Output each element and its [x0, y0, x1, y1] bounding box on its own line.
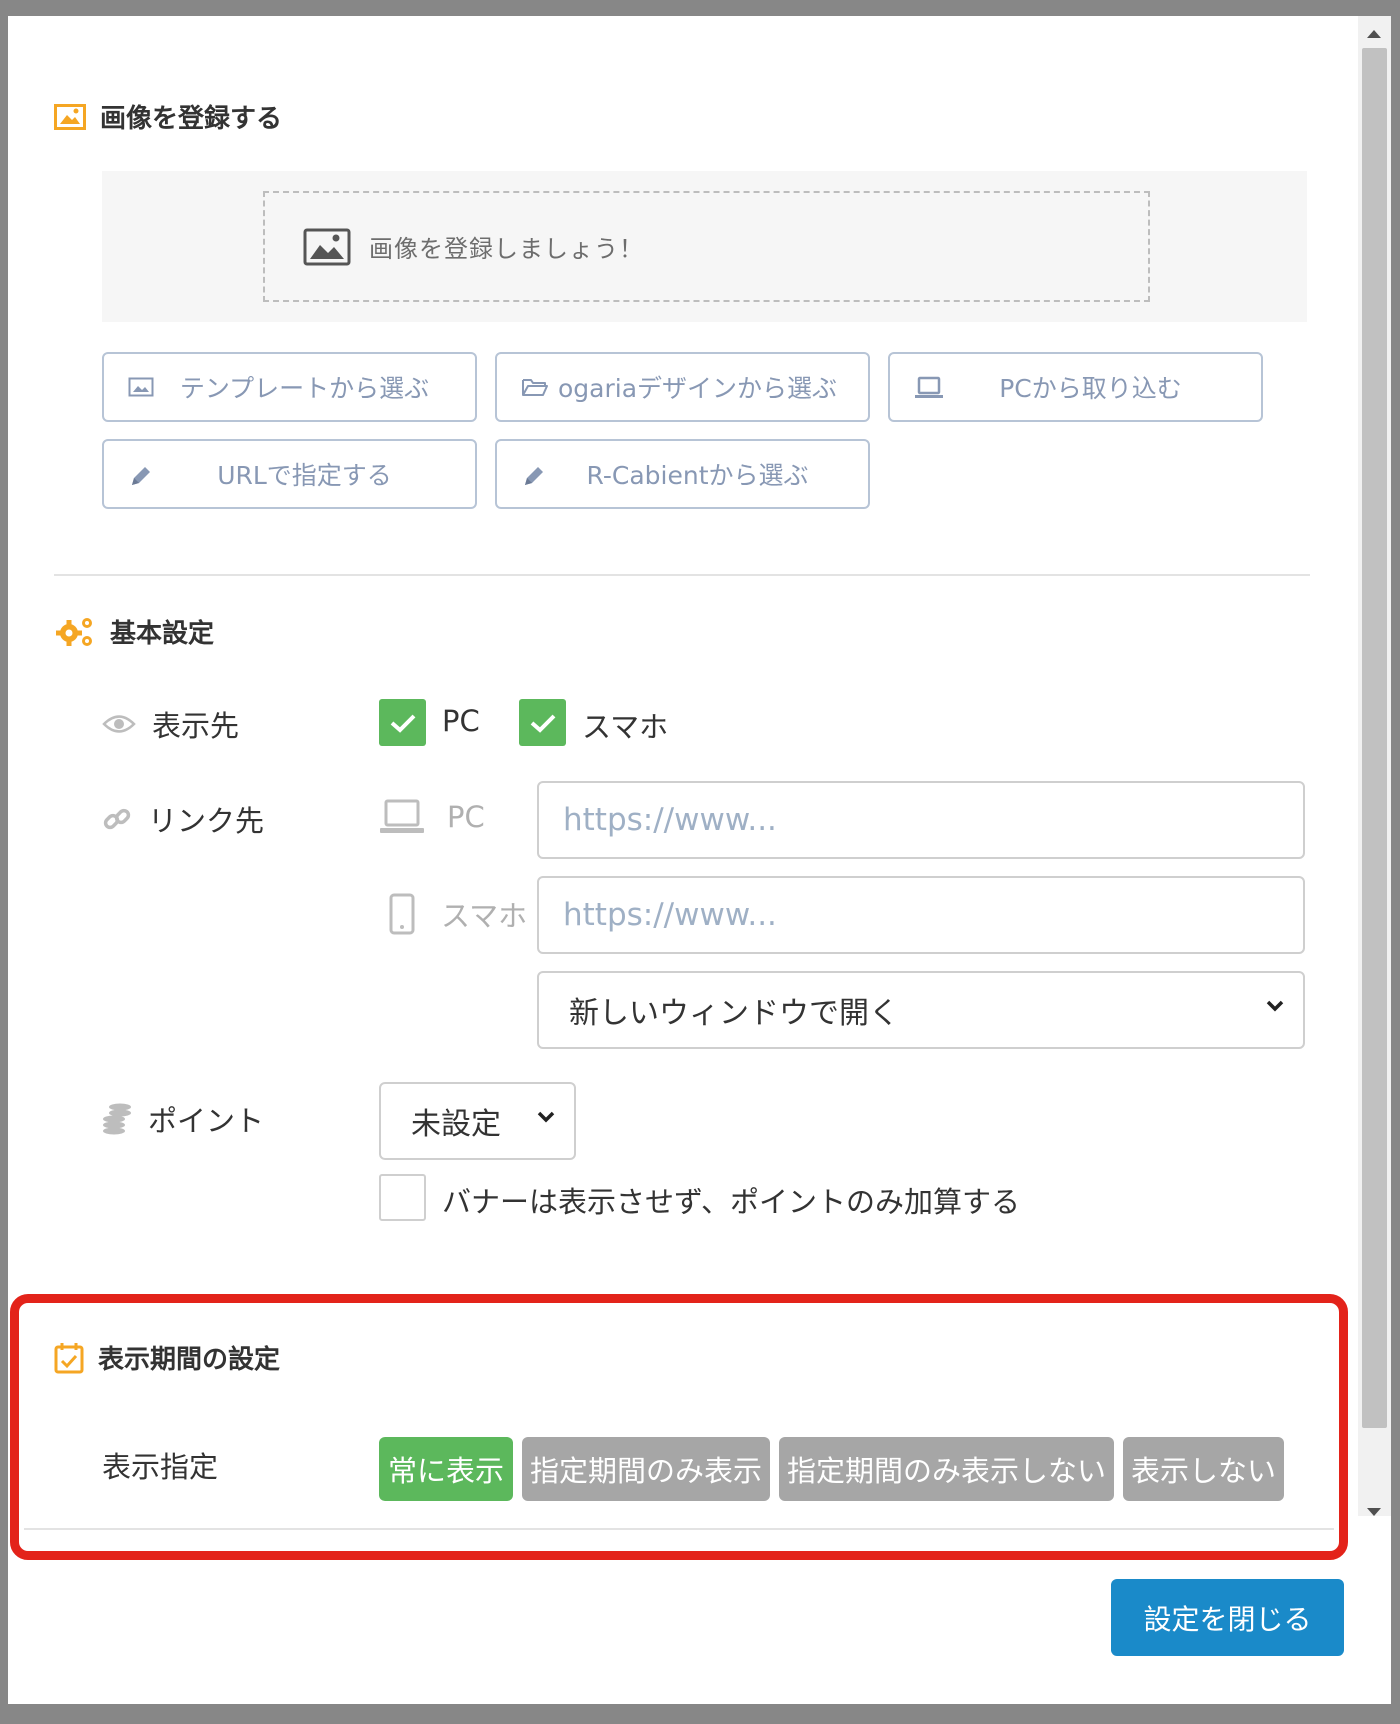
- scrollbar-thumb[interactable]: [1362, 48, 1387, 1428]
- basic-settings-title-text: 基本設定: [110, 619, 215, 649]
- pencil-icon: [128, 463, 154, 489]
- link-label-text: リンク先: [148, 804, 265, 838]
- link-label: リンク先: [102, 798, 264, 840]
- picture-icon: [303, 228, 351, 266]
- specify-url-label: URLで指定する: [217, 461, 392, 490]
- scrollbar[interactable]: [1358, 16, 1391, 1516]
- import-from-pc-button[interactable]: PCから取り込む: [888, 352, 1263, 422]
- choose-template-label: テンプレートから選ぶ: [179, 374, 430, 403]
- points-only-checkbox[interactable]: [379, 1174, 426, 1221]
- point-label-text: ポイント: [148, 1104, 265, 1138]
- image-section-title: 画像を登録する: [54, 98, 282, 135]
- display-target-label-text: 表示先: [152, 709, 240, 743]
- link-window-select[interactable]: 新しいウィンドウで開く: [537, 971, 1305, 1049]
- basic-settings-title: 基本設定: [54, 613, 214, 650]
- point-select[interactable]: 未設定: [379, 1082, 576, 1160]
- display-spec-label: 表示指定: [102, 1450, 219, 1484]
- specify-url-button[interactable]: URLで指定する: [102, 439, 477, 509]
- choose-r-cabient-button[interactable]: R-Cabientから選ぶ: [495, 439, 870, 509]
- point-label: ポイント: [102, 1098, 264, 1140]
- image-icon: [54, 103, 86, 130]
- display-smartphone-label: スマホ: [582, 710, 669, 744]
- smartphone-icon: [389, 893, 415, 935]
- always-display-button[interactable]: 常に表示: [379, 1437, 513, 1501]
- link-smartphone-url-input[interactable]: [537, 876, 1305, 954]
- pencil-icon: [521, 463, 547, 489]
- link-pc-label-text: PC: [447, 800, 485, 834]
- display-target-label: 表示先: [102, 703, 239, 745]
- choose-r-cabient-label: R-Cabientから選ぶ: [586, 461, 809, 490]
- period-section-title: 表示期間の設定: [54, 1339, 280, 1376]
- highlight-box: [10, 1294, 1348, 1560]
- link-pc-url-input[interactable]: [537, 781, 1305, 859]
- image-icon: [128, 376, 154, 398]
- image-dropzone[interactable]: 画像を登録しましょう！: [263, 191, 1150, 302]
- choose-ogaria-label: ogariaデザインから選ぶ: [557, 374, 838, 403]
- import-from-pc-label: PCから取り込む: [999, 374, 1182, 403]
- points-only-label: バナーは表示させず、ポイントのみ加算する: [442, 1185, 1020, 1219]
- point-select-value: 未設定: [411, 1107, 501, 1142]
- check-icon: [390, 714, 415, 733]
- folder-open-icon: [521, 376, 549, 398]
- scroll-up-arrow[interactable]: [1367, 30, 1381, 38]
- laptop-icon: [914, 376, 944, 400]
- image-section-title-text: 画像を登録する: [100, 104, 283, 134]
- no-display-button[interactable]: 表示しない: [1123, 1437, 1284, 1501]
- coins-icon: [102, 1103, 132, 1135]
- calendar-check-icon: [54, 1342, 84, 1374]
- eye-icon: [102, 713, 136, 735]
- display-pc-checkbox[interactable]: [379, 699, 426, 746]
- period-hide-button[interactable]: 指定期間のみ表示しない: [779, 1437, 1114, 1501]
- gears-icon: [54, 615, 96, 649]
- chevron-down-icon: [1265, 999, 1285, 1013]
- upload-area: 画像を登録しましょう！: [102, 171, 1307, 322]
- close-settings-button[interactable]: 設定を閉じる: [1111, 1579, 1344, 1656]
- choose-ogaria-design-button[interactable]: ogariaデザインから選ぶ: [495, 352, 870, 422]
- display-pc-label: PC: [442, 704, 480, 738]
- check-icon: [530, 714, 555, 733]
- dropzone-text: 画像を登録しましょう！: [369, 235, 644, 263]
- link-smartphone-label-text: スマホ: [441, 899, 528, 933]
- link-pc-label: PC: [379, 798, 485, 836]
- scroll-down-arrow[interactable]: [1367, 1508, 1381, 1516]
- link-smartphone-label: スマホ: [389, 893, 527, 935]
- choose-template-button[interactable]: テンプレートから選ぶ: [102, 352, 477, 422]
- period-only-display-button[interactable]: 指定期間のみ表示: [522, 1437, 770, 1501]
- section-divider: [54, 574, 1310, 576]
- link-icon: [102, 804, 132, 834]
- link-window-select-value: 新しいウィンドウで開く: [569, 996, 899, 1031]
- chevron-down-icon: [536, 1110, 556, 1124]
- period-section-title-text: 表示期間の設定: [98, 1345, 281, 1375]
- laptop-icon: [379, 798, 425, 836]
- bottom-divider: [24, 1528, 1334, 1530]
- display-smartphone-checkbox[interactable]: [519, 699, 566, 746]
